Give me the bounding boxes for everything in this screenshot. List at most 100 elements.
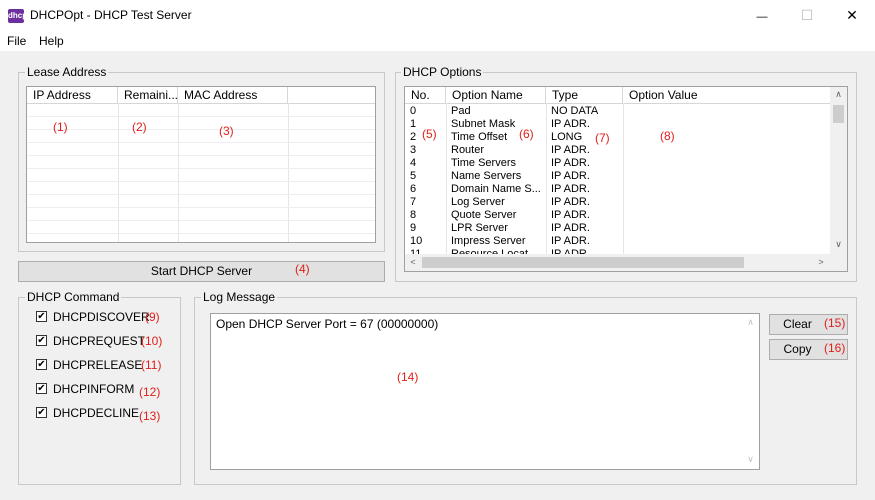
option-type: IP ADR. bbox=[551, 235, 590, 247]
options-horizontal-scrollbar[interactable]: < > bbox=[405, 254, 832, 271]
option-no: 10 bbox=[410, 235, 423, 247]
log-message-box[interactable]: Open DHCP Server Port = 67 (00000000) ∧ … bbox=[210, 313, 760, 470]
scroll-up-icon[interactable]: ∧ bbox=[830, 89, 847, 100]
command-label: DHCPDISCOVER bbox=[53, 310, 150, 324]
log-scroll-down-icon[interactable]: ∨ bbox=[742, 454, 759, 465]
title-bar: dhcp DHCPOpt - DHCP Test Server — ☐ ✕ bbox=[0, 0, 875, 31]
table-row[interactable]: 10 Impress Server IP ADR. bbox=[405, 235, 832, 248]
maximize-icon: ☐ bbox=[800, 7, 814, 23]
checkbox-box[interactable]: ✔ bbox=[36, 383, 47, 394]
command-label: DHCPRELEASE bbox=[53, 358, 143, 372]
col-ip-address[interactable]: IP Address bbox=[27, 87, 118, 103]
menu-file[interactable]: File bbox=[7, 34, 26, 48]
options-rows: 0 Pad NO DATA 1 Subnet Mask IP ADR. 2 Time Offs… bbox=[405, 105, 832, 256]
options-list-header: No. Option Name Type Option Value bbox=[405, 87, 832, 104]
col-option-value[interactable]: Option Value bbox=[623, 87, 832, 103]
option-type: LONG bbox=[551, 131, 583, 143]
col-option-name[interactable]: Option Name bbox=[446, 87, 546, 103]
option-no: 3 bbox=[410, 144, 417, 156]
table-row[interactable]: 9 LPR Server IP ADR. bbox=[405, 222, 832, 235]
dhcp-options-list[interactable]: No. Option Name Type Option Value 0 Pad NO… bbox=[404, 86, 848, 272]
lease-list[interactable]: IP Address Remaini... MAC Address bbox=[26, 86, 376, 243]
marker-6: (6) bbox=[519, 127, 534, 141]
maximize-button[interactable]: ☐ bbox=[784, 0, 830, 31]
table-row[interactable]: 5 Name Servers IP ADR. bbox=[405, 170, 832, 183]
grid-line bbox=[178, 103, 179, 242]
col-type[interactable]: Type bbox=[546, 87, 623, 103]
check-icon: ✔ bbox=[37, 311, 46, 322]
grid-line bbox=[27, 142, 375, 143]
marker-4: (4) bbox=[295, 262, 310, 276]
minimize-button[interactable]: — bbox=[739, 0, 785, 31]
option-name: Quote Server bbox=[451, 209, 517, 221]
scroll-down-icon[interactable]: ∨ bbox=[830, 239, 847, 250]
option-type: IP ADR. bbox=[551, 170, 590, 182]
checkbox-box[interactable]: ✔ bbox=[36, 335, 47, 346]
option-type: IP ADR. bbox=[551, 209, 590, 221]
checkbox-box[interactable]: ✔ bbox=[36, 359, 47, 370]
copy-button-label: Copy bbox=[783, 342, 812, 356]
grid-line bbox=[27, 181, 375, 182]
log-message-label: Log Message bbox=[201, 290, 278, 304]
start-dhcp-server-label: Start DHCP Server bbox=[150, 264, 253, 278]
option-name: Log Server bbox=[451, 196, 505, 208]
marker-12: (12) bbox=[139, 385, 161, 399]
scroll-left-icon[interactable]: < bbox=[407, 257, 419, 267]
log-scroll-up-icon[interactable]: ∧ bbox=[742, 317, 759, 328]
horizontal-scroll-thumb[interactable] bbox=[422, 257, 744, 268]
marker-1: (1) bbox=[53, 120, 68, 134]
grid-line bbox=[27, 116, 375, 117]
start-dhcp-server-button[interactable]: Start DHCP Server bbox=[18, 261, 385, 282]
option-type: IP ADR. bbox=[551, 144, 590, 156]
option-name: LPR Server bbox=[451, 222, 508, 234]
menu-bar: File Help bbox=[0, 31, 875, 51]
option-type: IP ADR. bbox=[551, 157, 590, 169]
marker-11: (11) bbox=[141, 358, 162, 372]
marker-9: (9) bbox=[145, 310, 160, 324]
check-icon: ✔ bbox=[37, 407, 46, 418]
option-type: IP ADR. bbox=[551, 222, 590, 234]
check-icon: ✔ bbox=[37, 383, 46, 394]
col-mac-address[interactable]: MAC Address bbox=[178, 87, 288, 103]
grid-line bbox=[27, 155, 375, 156]
option-name: Name Servers bbox=[451, 170, 522, 182]
option-name: Time Servers bbox=[451, 157, 516, 169]
checkbox-box[interactable]: ✔ bbox=[36, 311, 47, 322]
option-no: 8 bbox=[410, 209, 417, 221]
scroll-right-icon[interactable]: > bbox=[815, 257, 827, 267]
table-row[interactable]: 4 Time Servers IP ADR. bbox=[405, 157, 832, 170]
table-row[interactable]: 6 Domain Name S... IP ADR. bbox=[405, 183, 832, 196]
table-row[interactable]: 1 Subnet Mask IP ADR. bbox=[405, 118, 832, 131]
grid-line bbox=[27, 207, 375, 208]
marker-10: (10) bbox=[141, 334, 163, 348]
option-type: IP ADR. bbox=[551, 196, 590, 208]
marker-15: (15) bbox=[824, 316, 846, 330]
table-row[interactable]: 2 Time Offset LONG bbox=[405, 131, 832, 144]
col-no[interactable]: No. bbox=[405, 87, 446, 103]
lease-list-header: IP Address Remaini... MAC Address bbox=[27, 87, 375, 104]
option-no: 0 bbox=[410, 105, 417, 117]
marker-14: (14) bbox=[397, 370, 419, 384]
option-no: 4 bbox=[410, 157, 417, 169]
table-row[interactable]: 3 Router IP ADR. bbox=[405, 144, 832, 157]
option-name: Impress Server bbox=[451, 235, 526, 247]
marker-8: (8) bbox=[660, 129, 675, 143]
grid-line bbox=[27, 194, 375, 195]
option-name: Domain Name S... bbox=[451, 183, 541, 195]
menu-help[interactable]: Help bbox=[39, 34, 64, 48]
scrollbar-corner bbox=[830, 254, 847, 271]
option-type: IP ADR. bbox=[551, 183, 590, 195]
log-vertical-scrollbar[interactable]: ∧ ∨ bbox=[742, 314, 759, 469]
grid-line bbox=[27, 129, 375, 130]
vertical-scroll-thumb[interactable] bbox=[833, 105, 844, 123]
option-no: 2 bbox=[410, 131, 417, 143]
option-name: Subnet Mask bbox=[451, 118, 516, 130]
app-icon: dhcp bbox=[8, 9, 27, 23]
close-button[interactable]: ✕ bbox=[829, 0, 875, 31]
table-row[interactable]: 7 Log Server IP ADR. bbox=[405, 196, 832, 209]
col-remaining[interactable]: Remaini... bbox=[118, 87, 178, 103]
table-row[interactable]: 0 Pad NO DATA bbox=[405, 105, 832, 118]
table-row[interactable]: 8 Quote Server IP ADR. bbox=[405, 209, 832, 222]
options-vertical-scrollbar[interactable]: ∧ ∨ bbox=[830, 87, 847, 256]
checkbox-box[interactable]: ✔ bbox=[36, 407, 47, 418]
